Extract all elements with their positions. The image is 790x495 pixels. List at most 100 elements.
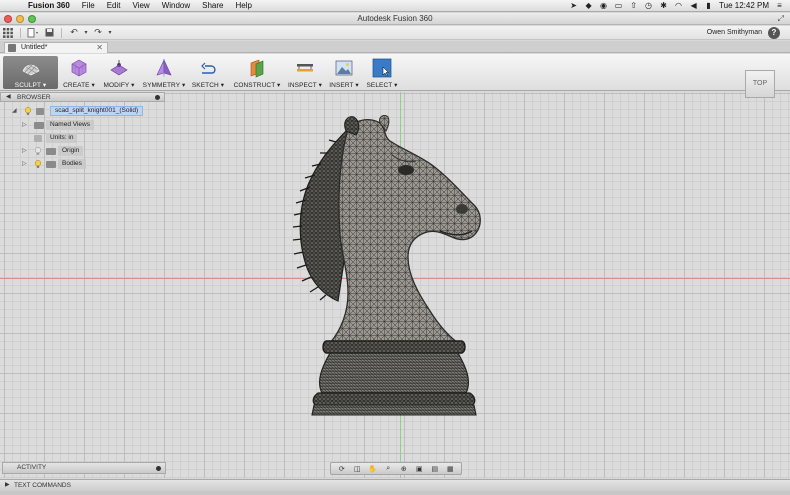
document-icon [8, 44, 16, 52]
browser-item-units[interactable]: Units: in [22, 133, 82, 143]
text-commands-title: TEXT COMMANDS [14, 482, 71, 489]
root-component-label: scad_split_knight001_(Solid) [50, 106, 144, 116]
close-tab-icon[interactable]: ✕ [96, 43, 103, 53]
browser-item-named-views[interactable]: ▷ Named Views [22, 120, 102, 130]
expand-arrow-icon[interactable]: ▶ [5, 480, 10, 491]
document-tab-label: Untitled* [21, 44, 48, 51]
user-account-name[interactable]: Owen Smithyman [707, 29, 768, 36]
menubar-clock[interactable]: Tue 12:42 PM [719, 1, 769, 10]
time-machine-icon[interactable]: ◷ [644, 1, 653, 10]
view-cube[interactable]: TOP [745, 70, 775, 98]
traffic-lights [4, 15, 36, 23]
minimize-window-icon[interactable] [16, 15, 24, 23]
sketch-icon [201, 62, 216, 74]
redo-dropdown-icon[interactable]: ▾ [106, 27, 114, 39]
visibility-bulb-icon[interactable] [24, 107, 32, 115]
toolbar-divider [20, 27, 21, 38]
collapse-icon[interactable]: ◀ [6, 93, 11, 102]
construct-button[interactable]: CONSTRUCT ▾ [233, 56, 281, 89]
help-icon[interactable]: ? [768, 26, 780, 39]
symmetry-button[interactable]: SYMMETRY ▾ [142, 56, 186, 89]
panel-pin-icon[interactable] [155, 95, 160, 100]
orbit-icon[interactable]: ⟳ [337, 464, 346, 473]
view-cube-face-label: TOP [752, 80, 768, 87]
redo-icon[interactable]: ↷ [90, 27, 106, 39]
zoom-window-icon[interactable] [28, 15, 36, 23]
inspect-measure-icon [297, 64, 313, 72]
look-at-icon[interactable]: ◫ [353, 464, 362, 473]
upload-icon[interactable]: ⇧ [629, 1, 638, 10]
panel-pin-icon[interactable] [156, 466, 161, 471]
expand-arrow-icon[interactable]: ▷ [22, 146, 27, 156]
fusion-360-window: Fusion 360 File Edit View Window Share H… [0, 0, 790, 495]
mac-menubar: Fusion 360 File Edit View Window Share H… [0, 0, 790, 12]
volume-icon[interactable]: ◀ [689, 1, 698, 10]
create-button[interactable]: CREATE ▾ [61, 56, 97, 89]
select-button[interactable]: SELECT ▾ [366, 56, 398, 89]
select-cursor-icon [372, 58, 392, 78]
menu-window[interactable]: Window [156, 0, 196, 12]
modify-label: MODIFY ▾ [103, 82, 135, 89]
ribbon-toolbar: SCULPT ▾ CREATE ▾ MODIFY ▾ SYMMETRY ▾ SK… [0, 54, 790, 91]
browser-item-origin[interactable]: ▷ Origin [22, 146, 86, 156]
modify-icon [110, 60, 128, 76]
expand-arrow-icon[interactable]: ◢ [12, 106, 17, 116]
menu-share[interactable]: Share [196, 0, 229, 12]
select-label: SELECT ▾ [366, 82, 398, 89]
display-settings-icon[interactable]: ▣ [415, 464, 424, 473]
browser-item-bodies[interactable]: ▷ Bodies [22, 159, 86, 169]
modify-button[interactable]: MODIFY ▾ [101, 56, 137, 89]
screen-icon[interactable]: ▭ [614, 1, 623, 10]
zoom-icon[interactable]: ⌕ [384, 464, 393, 473]
save-icon[interactable] [41, 27, 57, 39]
fullscreen-icon[interactable]: ⤢ [778, 13, 784, 25]
sketch-label: SKETCH ▾ [191, 82, 225, 89]
expand-arrow-icon[interactable]: ▷ [22, 159, 27, 169]
document-tab[interactable]: Untitled* ✕ [4, 42, 108, 53]
file-menu-icon[interactable] [25, 27, 41, 39]
pan-icon[interactable]: ✋ [368, 464, 377, 473]
data-panel-grid-icon[interactable] [0, 27, 16, 39]
text-commands-panel[interactable]: ▶ TEXT COMMANDS [0, 479, 790, 491]
create-label: CREATE ▾ [63, 82, 95, 89]
menu-edit[interactable]: Edit [101, 0, 127, 12]
zoom-window-icon[interactable]: ⊕ [399, 464, 408, 473]
menu-app-name[interactable]: Fusion 360 [22, 0, 76, 12]
navigation-bar: ⟳ ◫ ✋ ⌕ ⊕ ▣ ▤ ▦ [330, 462, 462, 475]
menubar-status-area: ➤ ◆ ◉ ▭ ⇧ ◷ ✱ ◠ ◀ ▮ Tue 12:42 PM ≡ [569, 1, 790, 10]
activity-panel[interactable]: ACTIVITY [2, 462, 166, 474]
undo-icon[interactable]: ↶ [66, 27, 82, 39]
create-box-icon [71, 59, 87, 77]
sculpt-workspace-button[interactable]: SCULPT ▾ [3, 56, 58, 89]
visibility-bulb-icon[interactable] [34, 147, 42, 155]
inspect-button[interactable]: INSPECT ▾ [287, 56, 323, 89]
viewports-icon[interactable]: ▦ [446, 464, 455, 473]
close-window-icon[interactable] [4, 15, 12, 23]
undo-dropdown-icon[interactable]: ▾ [82, 27, 90, 39]
insert-button[interactable]: INSERT ▾ [328, 56, 360, 89]
grid-snap-icon[interactable]: ▤ [430, 464, 439, 473]
notification-center-icon[interactable]: ≡ [775, 1, 784, 10]
knight-mesh-model[interactable] [290, 115, 495, 418]
menu-view[interactable]: View [126, 0, 155, 12]
menu-file[interactable]: File [76, 0, 101, 12]
window-bottom-edge [0, 491, 790, 495]
construct-label: CONSTRUCT ▾ [233, 82, 281, 89]
quick-access-toolbar: ↶ ▾ ↷ ▾ Owen Smithyman ? [0, 26, 790, 40]
activity-title: ACTIVITY [17, 464, 47, 471]
dropbox-icon[interactable]: ◆ [584, 1, 593, 10]
sync-icon[interactable]: ◉ [599, 1, 608, 10]
browser-root-node[interactable]: ◢ scad_split_knight001_(Solid) [12, 106, 152, 116]
status-arrow-icon[interactable]: ➤ [569, 1, 578, 10]
battery-icon[interactable]: ▮ [704, 1, 713, 10]
symmetry-label: SYMMETRY ▾ [142, 82, 186, 89]
symmetry-icon [156, 59, 172, 77]
browser-header[interactable]: ◀ BROWSER [0, 92, 165, 102]
menu-help[interactable]: Help [230, 0, 258, 12]
expand-arrow-icon[interactable]: ▷ [22, 120, 27, 130]
bluetooth-icon[interactable]: ✱ [659, 1, 668, 10]
sketch-button[interactable]: SKETCH ▾ [191, 56, 225, 89]
visibility-bulb-icon[interactable] [34, 160, 42, 168]
insert-image-icon [335, 60, 353, 76]
wifi-icon[interactable]: ◠ [674, 1, 683, 10]
